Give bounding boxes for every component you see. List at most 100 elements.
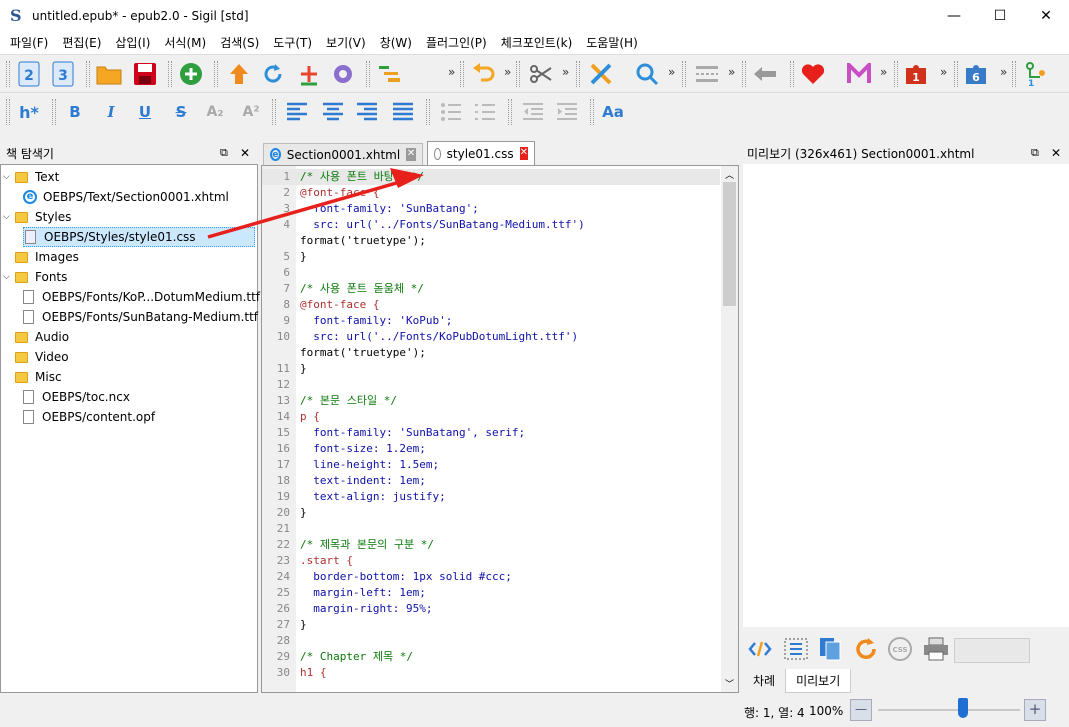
menu-tools[interactable]: 도구(T) [267,34,320,51]
tree-item-kopub-font[interactable]: OEBPS/Fonts/KoP...DotumMedium.ttf [23,287,260,307]
toolbar-grip[interactable] [460,61,464,87]
code-line[interactable]: 16 font-size: 1.2em; [262,441,720,457]
close-window-button[interactable]: ✕ [1023,0,1069,31]
folder-audio[interactable]: Audio [3,327,69,347]
text-case-dropdown-button[interactable]: Aa [600,99,626,125]
indent-icon[interactable] [554,99,580,125]
folder-misc[interactable]: Misc [3,367,62,387]
toolbar-overflow-icon[interactable]: » [880,65,887,79]
toolbar-grip[interactable] [682,61,686,87]
code-line[interactable]: 8 @font-face { [262,297,720,313]
code-line[interactable]: 10 src: url('../Fonts/KoPubDotumLight.tt… [262,329,720,345]
metadata-gear-icon[interactable] [330,61,356,87]
numbered-list-icon[interactable] [472,99,498,125]
save-icon[interactable] [132,61,158,87]
print-icon[interactable] [923,636,949,662]
code-line[interactable]: 20} [262,505,720,521]
open-folder-icon[interactable] [96,61,122,87]
menu-checkpoints[interactable]: 체크포인트(k) [495,34,581,51]
toolbar-overflow-icon[interactable]: » [1000,65,1007,79]
close-tab-icon[interactable]: ✕ [406,148,416,161]
maximize-button[interactable]: ☐ [977,0,1023,31]
heart-icon[interactable] [800,61,826,87]
strikethrough-button[interactable]: S [168,99,194,125]
table-of-contents-icon[interactable] [378,61,404,87]
code-view-icon[interactable] [747,636,773,662]
tree-item-section0001[interactable]: e OEBPS/Text/Section0001.xhtml [23,187,229,207]
plugin-6-puzzle-icon[interactable]: 6 [964,61,990,87]
toolbar-grip[interactable] [52,99,56,125]
code-line[interactable]: 1 /* 사용 폰트 바탕체 */ [262,169,720,185]
new-epub2-icon[interactable]: 2 [16,61,42,87]
underline-button[interactable]: U [132,99,158,125]
close-tab-icon[interactable]: ✕ [519,147,528,160]
code-line[interactable]: 15 font-family: 'SunBatang', serif; [262,425,720,441]
menu-window[interactable]: 창(W) [374,34,420,51]
tab-section0001[interactable]: e Section0001.xhtml ✕ [263,143,423,165]
superscript-button[interactable]: A² [238,99,264,125]
scroll-down-icon[interactable]: ﹀ [725,677,734,690]
subscript-button[interactable]: A₂ [202,99,228,125]
select-all-icon[interactable] [783,636,809,662]
code-line[interactable]: 19 text-align: justify; [262,489,720,505]
code-line[interactable]: 21 [262,521,720,537]
new-epub3-icon[interactable]: 3 [50,61,76,87]
undo-icon[interactable] [470,61,496,87]
toolbar-grip[interactable] [426,99,430,125]
menu-edit[interactable]: 편집(E) [56,34,109,51]
tree-item-content-opf[interactable]: OEBPS/content.opf [23,407,155,427]
menu-search[interactable]: 검색(S) [214,34,267,51]
toolbar-grip[interactable] [272,99,276,125]
back-arrow-icon[interactable] [752,61,778,87]
minimize-button[interactable]: — [931,0,977,31]
menu-plugins[interactable]: 플러그인(P) [420,34,495,51]
zoom-slider-track[interactable] [878,709,1020,711]
toolbar-overflow-icon[interactable]: » [504,65,511,79]
chevron-down-icon[interactable]: ⌵ [3,212,15,222]
align-center-icon[interactable] [320,99,346,125]
plugin-runner-icon[interactable]: 1 [1022,61,1048,87]
tab-preview[interactable]: 미리보기 [785,669,852,693]
reload-preview-icon[interactable] [853,636,879,662]
toolbar-overflow-icon[interactable]: » [562,65,569,79]
vertical-scrollbar[interactable]: ︿ ﹀ [721,166,738,692]
heading-dropdown-button[interactable]: h* [16,99,42,125]
code-line[interactable]: 9 font-family: 'KoPub'; [262,313,720,329]
tree-item-style01-css[interactable]: OEBPS/Styles/style01.css [23,227,255,247]
copy-page-icon[interactable] [817,636,843,662]
code-line[interactable]: 17 line-height: 1.5em; [262,457,720,473]
validate-x-icon[interactable] [588,61,614,87]
code-line[interactable]: 28 [262,633,720,649]
outdent-icon[interactable] [520,99,546,125]
toolbar-grip[interactable] [6,99,10,125]
toolbar-grip[interactable] [366,61,370,87]
tab-style01-css[interactable]: style01.css ✕ [427,141,535,165]
code-line[interactable]: 12 [262,377,720,393]
code-line[interactable]: 27} [262,617,720,633]
code-line[interactable]: 22 /* 제목과 본문의 구분 */ [262,537,720,553]
tab-toc[interactable]: 차례 [743,669,785,693]
find-search-icon[interactable] [634,61,660,87]
float-pane-icon[interactable]: ⧉ [220,146,228,160]
code-line[interactable]: 14 p { [262,409,720,425]
toolbar-overflow-icon[interactable]: » [668,65,675,79]
toolbar-grip[interactable] [590,99,594,125]
toolbar-grip[interactable] [516,61,520,87]
toolbar-grip[interactable] [894,61,898,87]
scroll-up-icon[interactable]: ︿ [725,168,734,181]
code-line[interactable]: 3 font-family: 'SunBatang'; [262,201,720,217]
menu-file[interactable]: 파일(F) [4,34,56,51]
split-section-icon[interactable] [694,61,720,87]
align-right-icon[interactable] [354,99,380,125]
code-line[interactable]: 6 [262,265,720,281]
folder-images[interactable]: Images [3,247,79,267]
bullet-list-icon[interactable] [438,99,464,125]
close-pane-icon[interactable]: ✕ [240,146,250,160]
toolbar-grip[interactable] [742,61,746,87]
refresh-icon[interactable] [260,61,286,87]
preview-pane[interactable] [743,164,1069,627]
toolbar-grip[interactable] [168,61,172,87]
code-line[interactable]: 26 margin-right: 95%; [262,601,720,617]
code-line[interactable]: 18 text-indent: 1em; [262,473,720,489]
float-pane-icon[interactable]: ⧉ [1031,146,1039,160]
